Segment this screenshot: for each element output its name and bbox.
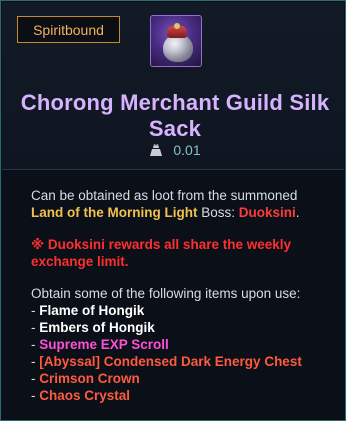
item-embers-of-hongik: Embers of Hongik: [39, 320, 155, 335]
list-item: - Flame of Hongik: [31, 302, 331, 319]
weight-icon: [149, 143, 163, 157]
list-item: - Crimson Crown: [31, 370, 331, 387]
obtained-prefix: Can be obtained as loot from the summone…: [31, 188, 298, 203]
list-prefix: -: [31, 303, 40, 318]
sack-knot-shape: [174, 23, 180, 29]
list-prefix: -: [31, 388, 40, 403]
boss-name: Duoksini: [238, 205, 296, 220]
list-prefix: -: [31, 320, 40, 335]
item-crimson-crown: Crimson Crown: [39, 371, 140, 386]
item-abyssal-condensed-dark-energy-chest: [Abyssal] Condensed Dark Energy Chest: [39, 354, 302, 369]
spiritbound-badge: Spiritbound: [17, 16, 120, 43]
boss-label: Boss:: [201, 205, 235, 220]
list-prefix: -: [31, 354, 40, 369]
weight-row: 0.01: [2, 139, 346, 161]
list-item: - [Abyssal] Condensed Dark Energy Chest: [31, 353, 331, 370]
sack-body-shape: [163, 34, 193, 62]
tooltip-body: Can be obtained as loot from the summone…: [31, 187, 331, 404]
weekly-limit-note: ※ Duoksini rewards all share the weekly …: [31, 236, 331, 270]
location-name: Land of the Morning Light: [31, 205, 198, 220]
item-tooltip: Spiritbound Chorong Merchant Guild Silk …: [0, 0, 346, 421]
boss-period: .: [295, 205, 300, 220]
tooltip-header: Spiritbound Chorong Merchant Guild Silk …: [2, 2, 344, 170]
weight-value: 0.01: [173, 142, 201, 158]
list-item: - Chaos Crystal: [31, 387, 331, 404]
item-flame-of-hongik: Flame of Hongik: [39, 303, 145, 318]
note-text: Duoksini rewards all share the weekly ex…: [31, 237, 291, 269]
item-chaos-crystal: Chaos Crystal: [39, 388, 131, 403]
list-item: - Embers of Hongik: [31, 319, 331, 336]
item-title: Chorong Merchant Guild Silk Sack: [20, 90, 330, 141]
reward-list: - Flame of Hongik - Embers of Hongik - S…: [31, 302, 331, 404]
note-symbol: ※: [31, 237, 45, 252]
item-supreme-exp-scroll: Supreme EXP Scroll: [39, 337, 169, 352]
obtained-text: Can be obtained as loot from the summone…: [31, 187, 331, 221]
use-intro: Obtain some of the following items upon …: [31, 286, 301, 301]
list-prefix: -: [31, 371, 40, 386]
silk-sack-icon: [150, 15, 202, 67]
list-item: - Supreme EXP Scroll: [31, 336, 331, 353]
list-prefix: -: [31, 337, 40, 352]
